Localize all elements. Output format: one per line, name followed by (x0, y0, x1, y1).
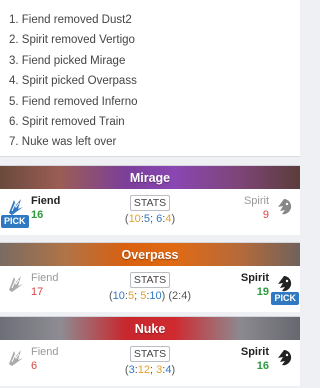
veto-step: 3. Fiend picked Mirage (9, 54, 126, 67)
map-banner: Overpass (0, 243, 300, 266)
veto-step: 2. Spirit removed Vertigo (9, 34, 135, 47)
team-name: Spirit (240, 272, 269, 284)
team-score: 16 (256, 360, 269, 372)
team-score: 9 (262, 209, 269, 221)
half-score: 10 (149, 290, 162, 302)
team-name: Spirit (243, 195, 269, 207)
map-name: Mirage (129, 170, 171, 185)
veto-step: 4. Spirit picked Overpass (9, 75, 137, 88)
spirit-logo-icon (278, 199, 292, 215)
map-result-nuke: Nuke Fiend 6 STATS (3:12; 3:4) Spirit 16 (0, 316, 300, 386)
stats-button[interactable]: STATS (129, 195, 171, 211)
half-score: 12 (137, 364, 150, 376)
half-score: 10 (112, 290, 125, 302)
team-score: 19 (256, 286, 269, 298)
team-name: Spirit (240, 346, 269, 358)
overtime-score: (2:4) (165, 290, 192, 302)
half-paren: ) (171, 364, 176, 376)
veto-step: 1. Fiend removed Dust2 (9, 14, 132, 26)
map-banner: Mirage (0, 166, 300, 189)
veto-step: 6. Spirit removed Train (9, 115, 125, 128)
pick-badge: PICK (271, 292, 299, 305)
veto-step: 5. Fiend removed Inferno (9, 95, 138, 108)
team-right[interactable]: Spirit 16 (241, 346, 294, 372)
veto-list: 1. Fiend removed Dust2 2. Spirit removed… (0, 0, 300, 153)
team-right[interactable]: Spirit 9 (244, 195, 294, 221)
veto-box: 1. Fiend removed Dust2 2. Spirit removed… (0, 0, 300, 157)
half-paren: ) (171, 213, 176, 225)
spirit-logo-icon (278, 276, 292, 292)
spirit-logo-icon (278, 350, 292, 366)
map-name: Nuke (134, 321, 166, 336)
map-name: Overpass (121, 247, 179, 262)
stats-button[interactable]: STATS (129, 346, 171, 362)
half-score: 10 (128, 213, 141, 225)
veto-step: 7. Nuke was left over (9, 136, 117, 149)
stats-button[interactable]: STATS (129, 272, 171, 288)
map-result-mirage: Mirage Fiend 16 PICK STATS (10:5; 6:4) S… (0, 165, 300, 235)
map-banner: Nuke (0, 317, 300, 340)
map-body: Fiend 6 STATS (3:12; 3:4) Spirit 16 (0, 340, 300, 387)
map-body: Fiend 17 STATS (10:5; 5:10) (2:4) Spirit… (0, 266, 300, 313)
map-result-overpass: Overpass Fiend 17 STATS (10:5; 5:10) (2:… (0, 242, 300, 312)
map-body: Fiend 16 PICK STATS (10:5; 6:4) Spirit 9 (0, 189, 300, 236)
